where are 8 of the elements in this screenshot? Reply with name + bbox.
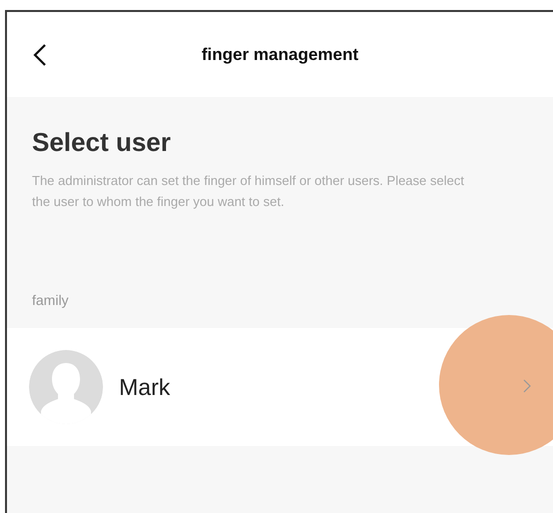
back-icon[interactable] xyxy=(33,44,47,66)
screen-title: finger management xyxy=(200,44,360,64)
user-name: Mark xyxy=(119,374,170,400)
section-heading: Select user xyxy=(32,127,172,158)
description-text: The administrator can set the finger of himself or other users. Please select the user to whom the finger you want to set. xyxy=(32,172,466,211)
group-label: family xyxy=(32,292,70,310)
avatar-icon xyxy=(29,350,103,424)
chevron-icon xyxy=(523,379,531,393)
